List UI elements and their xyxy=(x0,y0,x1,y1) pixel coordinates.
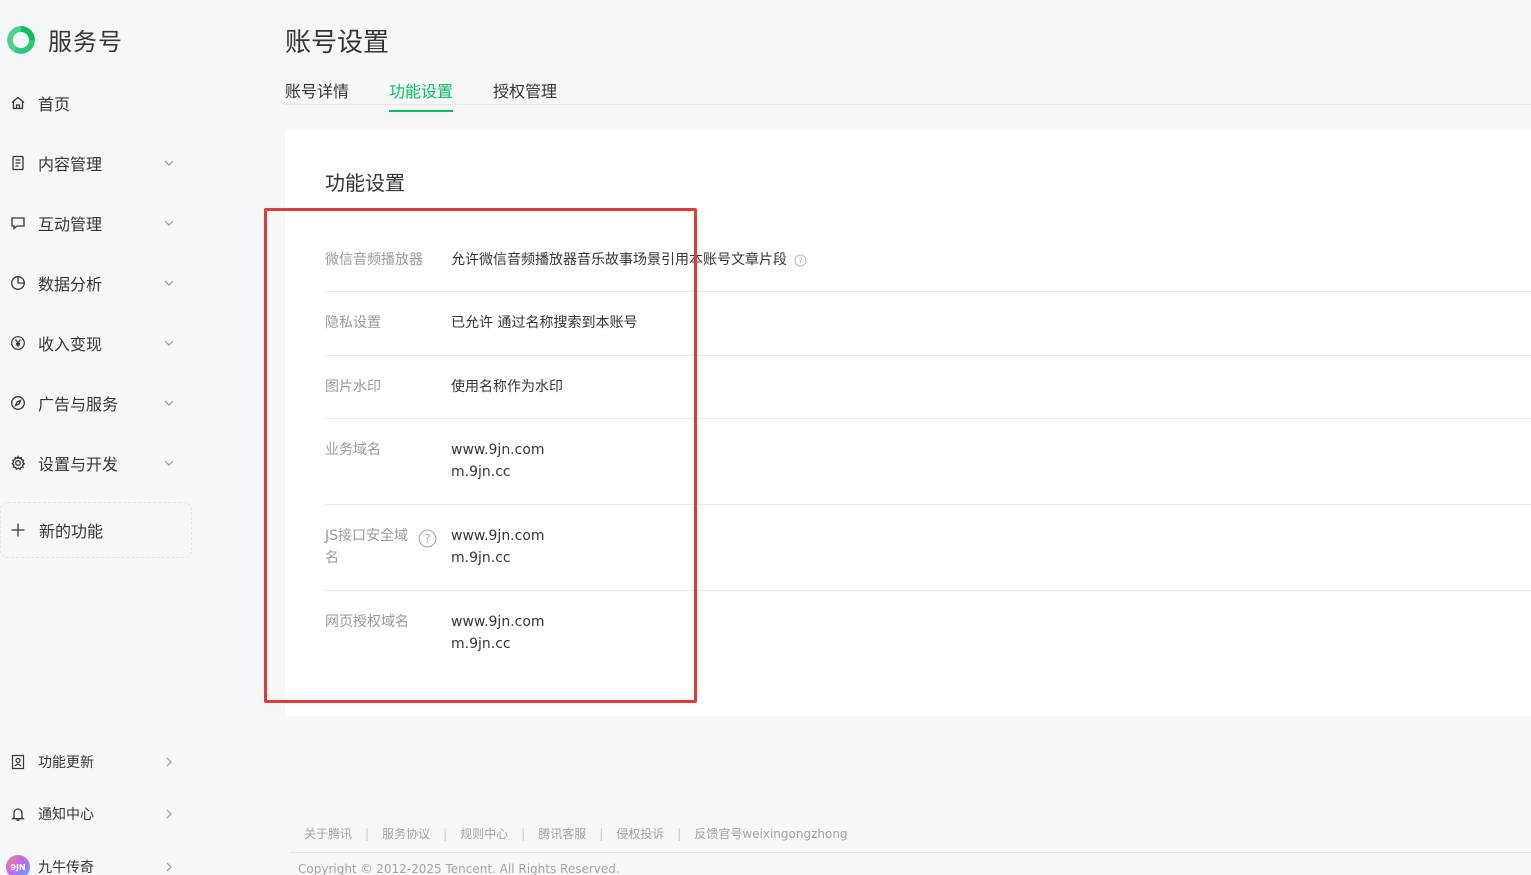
footer-link-about[interactable]: 关于腾讯 xyxy=(304,825,352,842)
footer-link-rules[interactable]: 规则中心 xyxy=(460,825,508,842)
sidebar-item-label: 设置与开发 xyxy=(38,455,119,474)
sidebar-item-ads[interactable]: 广告与服务 xyxy=(0,383,190,423)
account-switcher[interactable]: 9JN 九牛传奇 xyxy=(0,849,190,875)
settings-title: 功能设置 xyxy=(325,171,405,195)
help-icon[interactable]: ? xyxy=(418,529,437,548)
tab-account-details[interactable]: 账号详情 xyxy=(285,78,349,110)
setting-value: www.9jn.com m.9jn.cc xyxy=(451,611,545,655)
sidebar-item-notifications[interactable]: 通知中心 xyxy=(0,796,190,832)
domain-line: www.9jn.com xyxy=(451,442,545,458)
domain-line: m.9jn.cc xyxy=(451,636,511,652)
chevron-right-icon xyxy=(162,807,176,821)
setting-label: JS接口安全域 名 xyxy=(325,525,408,569)
plus-icon xyxy=(9,521,27,539)
setting-row-js-domain: JS接口安全域 名 ? www.9jn.com m.9jn.cc xyxy=(325,525,1531,591)
footer-separator: | xyxy=(599,826,604,841)
new-feature-label: 新的功能 xyxy=(39,522,104,541)
tab-bar: 账号详情 功能设置 授权管理 xyxy=(285,70,1531,112)
sidebar-item-label: 收入变现 xyxy=(38,335,103,354)
chevron-down-icon xyxy=(162,276,176,290)
sidebar-item-interaction[interactable]: 互动管理 xyxy=(0,203,190,243)
avatar: 9JN xyxy=(6,855,30,875)
setting-label-line: 名 xyxy=(325,550,339,566)
tab-authorization[interactable]: 授权管理 xyxy=(493,78,557,110)
sidebar-item-label: 互动管理 xyxy=(38,215,103,234)
sidebar-item-content[interactable]: 内容管理 xyxy=(0,143,190,183)
footer-separator: | xyxy=(365,826,370,841)
sidebar-item-label: 广告与服务 xyxy=(38,395,119,414)
domain-line: www.9jn.com xyxy=(451,614,545,630)
home-icon xyxy=(9,94,27,112)
chevron-right-icon xyxy=(162,755,176,769)
setting-value: 已允许 通过名称搜索到本账号 xyxy=(451,315,638,331)
sidebar-item-monetization[interactable]: 收入变现 xyxy=(0,323,190,363)
message-icon xyxy=(9,214,27,232)
footer-link-feedback[interactable]: 反馈官号weixingongzhong xyxy=(694,825,847,842)
setting-row-audio-player: 微信音频播放器 允许微信音频播放器音乐故事场景引用本账号文章片段 ? xyxy=(325,249,1531,292)
bell-icon xyxy=(9,805,27,823)
copyright: Copyright © 2012-2025 Tencent. All Right… xyxy=(298,862,620,875)
gear-icon xyxy=(9,454,27,472)
footer-link-service-agreement[interactable]: 服务协议 xyxy=(382,825,430,842)
footer-links: 关于腾讯 | 服务协议 | 规则中心 | 腾讯客服 | 侵权投诉 | 反馈官号w… xyxy=(304,825,848,842)
page-title: 账号设置 xyxy=(285,28,390,58)
sidebar: 服务号 首页 内容管理 互动管理 数据分析 收入变现 广告与服务 设置与开发 新… xyxy=(0,0,200,875)
footer-separator: | xyxy=(677,826,682,841)
help-icon[interactable]: ? xyxy=(794,253,807,267)
update-icon xyxy=(9,753,27,771)
setting-row-business-domain: 业务域名 www.9jn.com m.9jn.cc xyxy=(325,439,1531,505)
svg-text:?: ? xyxy=(424,531,430,545)
chevron-down-icon xyxy=(162,396,176,410)
chevron-down-icon xyxy=(162,336,176,350)
yen-icon xyxy=(9,334,27,352)
sidebar-item-home[interactable]: 首页 xyxy=(0,83,190,123)
setting-row-oauth-domain: 网页授权域名 www.9jn.com m.9jn.cc xyxy=(325,611,1531,677)
sidebar-item-label: 功能更新 xyxy=(38,755,94,771)
setting-label-line: JS接口安全域 xyxy=(325,528,409,544)
sidebar-item-updates[interactable]: 功能更新 xyxy=(0,744,190,780)
setting-label: 微信音频播放器 xyxy=(325,252,423,268)
setting-label: 网页授权域名 xyxy=(325,614,409,630)
setting-value: www.9jn.com m.9jn.cc xyxy=(451,525,545,569)
setting-label: 隐私设置 xyxy=(325,315,381,331)
sidebar-item-label: 通知中心 xyxy=(38,807,94,823)
sidebar-item-label: 首页 xyxy=(38,95,71,114)
footer-link-support[interactable]: 腾讯客服 xyxy=(538,825,586,842)
service-account-logo-icon xyxy=(7,25,35,54)
chevron-down-icon xyxy=(162,216,176,230)
setting-value: 使用名称作为水印 xyxy=(451,379,563,395)
sidebar-item-analytics[interactable]: 数据分析 xyxy=(0,263,190,303)
tab-function-settings[interactable]: 功能设置 xyxy=(389,78,454,112)
domain-line: m.9jn.cc xyxy=(451,550,511,566)
chevron-down-icon xyxy=(162,156,176,170)
setting-value: www.9jn.com m.9jn.cc xyxy=(451,439,545,483)
sidebar-item-settings[interactable]: 设置与开发 xyxy=(0,443,190,483)
compass-icon xyxy=(9,394,27,412)
sidebar-item-label: 数据分析 xyxy=(38,275,103,294)
brand-name: 服务号 xyxy=(48,28,123,56)
setting-row-watermark: 图片水印 使用名称作为水印 xyxy=(325,376,1531,419)
setting-value: 允许微信音频播放器音乐故事场景引用本账号文章片段 ? xyxy=(451,249,807,271)
setting-value-text: 允许微信音频播放器音乐故事场景引用本账号文章片段 xyxy=(451,252,787,268)
footer-separator: | xyxy=(443,826,448,841)
chevron-right-icon xyxy=(162,860,176,874)
footer-link-infringement[interactable]: 侵权投诉 xyxy=(616,825,664,842)
account-name: 九牛传奇 xyxy=(38,860,94,875)
footer-separator: | xyxy=(521,826,526,841)
domain-line: www.9jn.com xyxy=(451,528,545,544)
svg-text:?: ? xyxy=(799,255,803,265)
pie-chart-icon xyxy=(9,274,27,292)
new-feature-button[interactable]: 新的功能 xyxy=(0,502,192,558)
domain-line: m.9jn.cc xyxy=(451,464,511,480)
footer-divider xyxy=(290,852,1531,853)
settings-card: 功能设置 微信音频播放器 允许微信音频播放器音乐故事场景引用本账号文章片段 ? … xyxy=(285,129,1531,716)
chevron-down-icon xyxy=(162,456,176,470)
sidebar-item-label: 内容管理 xyxy=(38,155,103,174)
setting-row-privacy: 隐私设置 已允许 通过名称搜索到本账号 xyxy=(325,312,1531,356)
brand[interactable]: 服务号 xyxy=(4,22,123,57)
setting-label: 图片水印 xyxy=(325,379,381,395)
setting-label: 业务域名 xyxy=(325,442,381,458)
document-icon xyxy=(9,154,27,172)
